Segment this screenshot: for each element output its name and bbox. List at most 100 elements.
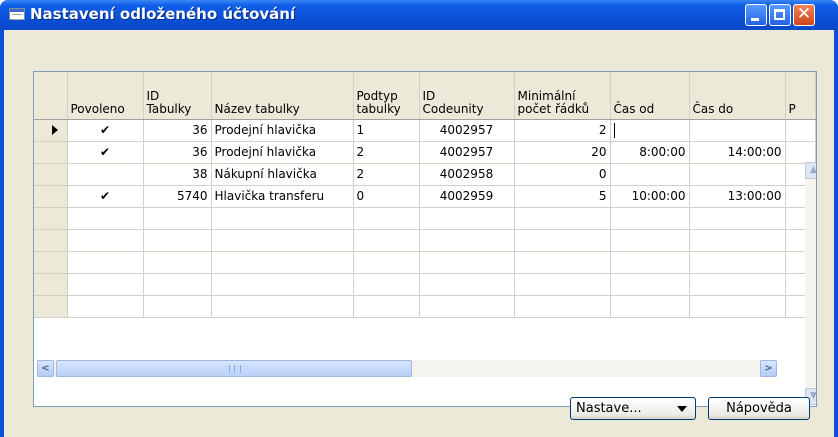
cell-id-tabulky[interactable]: 36 bbox=[143, 141, 212, 164]
empty-cell[interactable] bbox=[353, 207, 420, 230]
cell-nazev[interactable]: Nákupní hlavička bbox=[211, 163, 354, 186]
empty-cell[interactable] bbox=[419, 251, 515, 274]
empty-row[interactable] bbox=[34, 229, 816, 252]
empty-cell[interactable] bbox=[143, 207, 212, 230]
cell-min-pocet[interactable]: 2 bbox=[514, 119, 611, 142]
empty-cell[interactable] bbox=[211, 207, 354, 230]
table-row[interactable]: ✔ 5740 Hlavička transferu 0 4002959 5 10… bbox=[34, 185, 816, 208]
close-button[interactable]: ✕ bbox=[793, 4, 815, 26]
empty-cell[interactable] bbox=[419, 295, 515, 318]
cell-p[interactable] bbox=[785, 141, 816, 164]
empty-row[interactable] bbox=[34, 273, 816, 296]
row-selector[interactable] bbox=[34, 207, 68, 230]
row-selector[interactable] bbox=[34, 229, 68, 252]
empty-cell[interactable] bbox=[689, 273, 786, 296]
row-selector[interactable] bbox=[34, 251, 68, 274]
col-header-povoleno[interactable]: Povoleno bbox=[67, 72, 144, 120]
setup-menu-button[interactable]: Nastave... bbox=[570, 397, 696, 420]
col-header-podtyp[interactable]: Podtyp tabulky bbox=[353, 72, 420, 120]
empty-cell[interactable] bbox=[419, 207, 515, 230]
empty-cell[interactable] bbox=[143, 295, 212, 318]
col-header-nazev[interactable]: Název tabulky bbox=[211, 72, 354, 120]
cell-id-tabulky[interactable]: 5740 bbox=[143, 185, 212, 208]
empty-cell[interactable] bbox=[143, 273, 212, 296]
empty-cell[interactable] bbox=[689, 295, 786, 318]
empty-cell[interactable] bbox=[610, 273, 690, 296]
col-header-cas-od[interactable]: Čas od bbox=[610, 72, 690, 120]
empty-cell[interactable] bbox=[514, 273, 611, 296]
empty-cell[interactable] bbox=[353, 229, 420, 252]
table-row[interactable]: ✔ 36 Prodejní hlavička 1 4002957 2 bbox=[34, 119, 816, 142]
cell-nazev[interactable]: Hlavička transferu bbox=[211, 185, 354, 208]
col-header-id-tabulky[interactable]: ID Tabulky bbox=[143, 72, 212, 120]
row-selector[interactable] bbox=[34, 119, 68, 142]
empty-row[interactable] bbox=[34, 251, 816, 274]
table-row[interactable]: ✔ 36 Prodejní hlavička 2 4002957 20 8:00… bbox=[34, 141, 816, 164]
col-header-p[interactable]: P bbox=[785, 72, 816, 120]
scrollbar-thumb[interactable] bbox=[56, 360, 412, 377]
empty-cell[interactable] bbox=[689, 251, 786, 274]
empty-cell[interactable] bbox=[514, 251, 611, 274]
row-selector[interactable] bbox=[34, 185, 68, 208]
table-row[interactable]: 38 Nákupní hlavička 2 4002958 0 bbox=[34, 163, 816, 186]
col-header-min-pocet[interactable]: Minimální počet řádků bbox=[514, 72, 611, 120]
cell-cas-do[interactable] bbox=[689, 119, 786, 142]
empty-cell[interactable] bbox=[143, 251, 212, 274]
cell-povoleno[interactable]: ✔ bbox=[67, 141, 144, 164]
cell-cas-od-editing[interactable] bbox=[610, 119, 690, 142]
cell-cas-do[interactable] bbox=[689, 163, 786, 186]
empty-cell[interactable] bbox=[67, 273, 144, 296]
cell-cas-od[interactable] bbox=[610, 163, 690, 186]
empty-cell[interactable] bbox=[211, 273, 354, 296]
cell-podtyp[interactable]: 2 bbox=[353, 163, 420, 186]
empty-cell[interactable] bbox=[689, 207, 786, 230]
empty-cell[interactable] bbox=[514, 295, 611, 318]
empty-cell[interactable] bbox=[353, 251, 420, 274]
minimize-button[interactable] bbox=[745, 4, 767, 26]
row-selector[interactable] bbox=[34, 163, 68, 186]
cell-cas-od[interactable]: 8:00:00 bbox=[610, 141, 690, 164]
empty-cell[interactable] bbox=[514, 207, 611, 230]
cell-cas-do[interactable]: 14:00:00 bbox=[689, 141, 786, 164]
empty-cell[interactable] bbox=[211, 229, 354, 252]
horizontal-scrollbar[interactable]: < > bbox=[37, 360, 777, 377]
cell-povoleno[interactable] bbox=[67, 163, 144, 186]
empty-cell[interactable] bbox=[67, 229, 144, 252]
empty-cell[interactable] bbox=[211, 295, 354, 318]
row-selector[interactable] bbox=[34, 141, 68, 164]
cell-id-tabulky[interactable]: 38 bbox=[143, 163, 212, 186]
cell-p[interactable] bbox=[785, 119, 816, 142]
cell-id-codeunity[interactable]: 4002959 bbox=[419, 185, 515, 208]
cell-cas-do[interactable]: 13:00:00 bbox=[689, 185, 786, 208]
empty-row[interactable] bbox=[34, 207, 816, 230]
empty-cell[interactable] bbox=[419, 229, 515, 252]
empty-cell[interactable] bbox=[143, 229, 212, 252]
col-header-id-codeunity[interactable]: ID Codeunity bbox=[419, 72, 515, 120]
empty-cell[interactable] bbox=[610, 207, 690, 230]
empty-cell[interactable] bbox=[67, 251, 144, 274]
cell-podtyp[interactable]: 0 bbox=[353, 185, 420, 208]
empty-cell[interactable] bbox=[689, 229, 786, 252]
cell-cas-od[interactable]: 10:00:00 bbox=[610, 185, 690, 208]
empty-cell[interactable] bbox=[353, 295, 420, 318]
cell-nazev[interactable]: Prodejní hlavička bbox=[211, 119, 354, 142]
cell-id-codeunity[interactable]: 4002957 bbox=[419, 119, 515, 142]
cell-min-pocet[interactable]: 5 bbox=[514, 185, 611, 208]
help-button[interactable]: Nápověda bbox=[708, 397, 810, 420]
empty-cell[interactable] bbox=[67, 207, 144, 230]
empty-cell[interactable] bbox=[353, 273, 420, 296]
cell-podtyp[interactable]: 1 bbox=[353, 119, 420, 142]
cell-nazev[interactable]: Prodejní hlavička bbox=[211, 141, 354, 164]
empty-cell[interactable] bbox=[610, 251, 690, 274]
cell-povoleno[interactable]: ✔ bbox=[67, 119, 144, 142]
col-header-cas-do[interactable]: Čas do bbox=[689, 72, 786, 120]
cell-min-pocet[interactable]: 0 bbox=[514, 163, 611, 186]
empty-cell[interactable] bbox=[514, 229, 611, 252]
maximize-button[interactable] bbox=[769, 4, 791, 26]
scroll-up-icon[interactable]: ▲ bbox=[805, 162, 816, 179]
empty-cell[interactable] bbox=[610, 295, 690, 318]
cell-id-tabulky[interactable]: 36 bbox=[143, 119, 212, 142]
cell-id-codeunity[interactable]: 4002958 bbox=[419, 163, 515, 186]
row-selector[interactable] bbox=[34, 273, 68, 296]
cell-podtyp[interactable]: 2 bbox=[353, 141, 420, 164]
